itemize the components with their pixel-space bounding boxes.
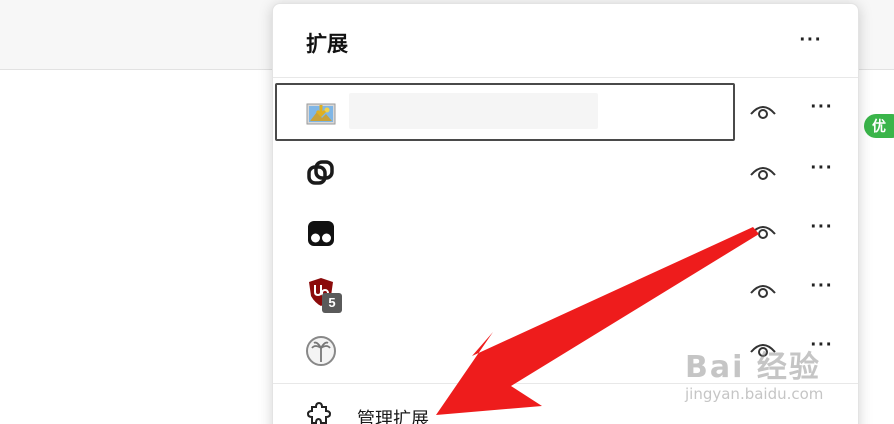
extension-row[interactable]: ··· (273, 262, 858, 323)
extension-row[interactable]: ··· (273, 144, 858, 205)
panel-title: 扩展 (306, 33, 348, 56)
panel-header: 扩展 ··· (273, 4, 858, 78)
extension-name-redacted (349, 93, 598, 129)
page-badge: 优 (864, 114, 894, 138)
manage-extensions-label: 管理扩展 (357, 409, 429, 424)
eye-icon[interactable] (747, 215, 779, 247)
linked-rings-icon (307, 160, 334, 185)
extension-row[interactable]: ··· (273, 203, 858, 264)
palm-tree-icon (306, 336, 336, 366)
eye-icon[interactable] (747, 95, 779, 127)
extension-row[interactable]: ··· (273, 83, 858, 144)
watermark-brand: Bai 经验 (685, 350, 821, 385)
extension-more-button[interactable]: ··· (806, 276, 838, 304)
eye-icon[interactable] (747, 274, 779, 306)
extension-more-button[interactable]: ··· (806, 97, 838, 125)
image-downloader-icon (306, 103, 336, 125)
puzzle-icon (306, 401, 332, 424)
extension-more-button[interactable]: ··· (806, 158, 838, 186)
eye-icon[interactable] (747, 156, 779, 188)
watermark-url: jingyan.baidu.com (685, 385, 824, 403)
tampermonkey-icon (308, 221, 334, 246)
extension-count-badge: 5 (322, 293, 342, 313)
baidu-watermark: Bai 经验 jingyan.baidu.com (685, 342, 855, 412)
extension-more-button[interactable]: ··· (806, 217, 838, 245)
panel-more-button[interactable]: ··· (795, 30, 827, 58)
